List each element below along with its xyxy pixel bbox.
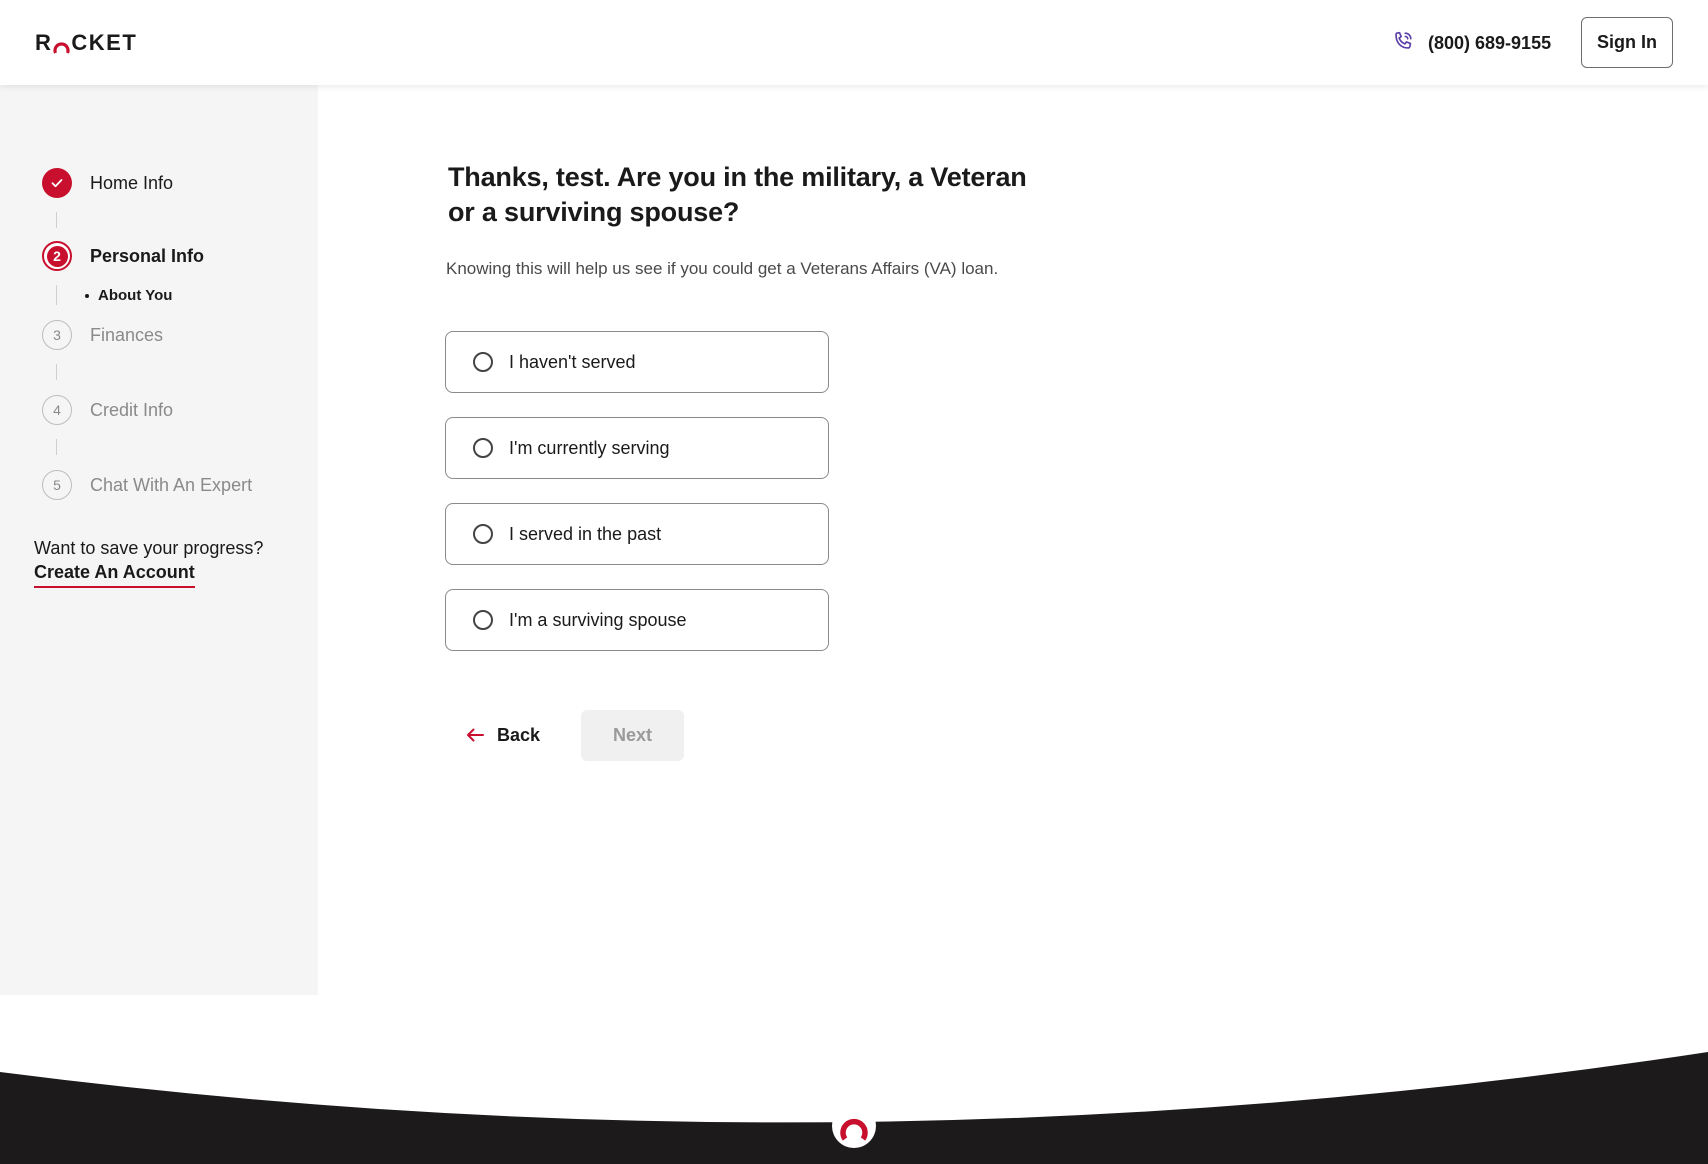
sign-in-button[interactable]: Sign In [1581,17,1673,68]
step-connector [56,212,57,228]
step-connector [56,439,57,455]
phone-number: (800) 689-9155 [1428,32,1552,53]
step-finances: 3 Finances [42,320,163,350]
step-number: 2 [46,245,68,267]
step-number-badge: 4 [42,395,72,425]
logo-o-mark [53,35,70,54]
step-label: Credit Info [90,399,174,420]
page-question: Thanks, test. Are you in the military, a… [448,162,1027,227]
step-home-info[interactable]: Home Info [42,168,173,198]
option-label: I'm currently serving [509,437,670,458]
rocket-logo[interactable]: R CKET [35,29,137,57]
step-label: Finances [90,324,164,345]
rocket-logo-icon [832,1104,876,1148]
back-button[interactable]: Back [465,710,540,760]
phone-icon [1392,30,1414,57]
option-surviving-spouse[interactable]: I'm a surviving spouse [445,589,829,651]
phone-link[interactable]: (800) 689-9155 [1392,28,1551,58]
step-number-badge: 3 [42,320,72,350]
top-header: R CKET (800) 689-9155 Sign In [0,0,1708,85]
step-personal-info[interactable]: 2 Personal Info [42,241,204,271]
option-label: I served in the past [509,523,662,544]
progress-sidebar: Home Info 2 Personal Info About You 3 Fi… [0,85,318,995]
step-number-badge: 5 [42,470,72,500]
radio-button[interactable] [473,610,493,630]
back-label: Back [497,724,541,745]
step-current-badge: 2 [42,241,72,271]
step-label: Personal Info [90,245,205,266]
question-subtext: Knowing this will help us see if you cou… [446,259,999,278]
step-connector [56,285,57,305]
step-chat-with-expert: 5 Chat With An Expert [42,470,252,500]
step-credit-info: 4 Credit Info [42,395,173,425]
next-button[interactable]: Next [581,710,684,761]
step-connector [56,364,57,380]
option-havent-served[interactable]: I haven't served [445,331,829,393]
option-currently-serving[interactable]: I'm currently serving [445,417,829,479]
step-label: Home Info [90,172,174,193]
substep-label: About You [98,287,173,304]
option-served-in-past[interactable]: I served in the past [445,503,829,565]
create-account-link[interactable]: Create An Account [34,562,195,588]
step-complete-badge [42,168,72,198]
radio-button[interactable] [473,524,493,544]
radio-button[interactable] [473,352,493,372]
option-label: I haven't served [509,351,636,372]
save-progress-text: Want to save your progress? [34,538,264,558]
bullet-dot [85,293,89,298]
step-label: Chat With An Expert [90,474,253,495]
substep-about-you: About You [85,287,172,304]
arrow-left-icon [467,728,484,742]
option-label: I'm a surviving spouse [509,609,687,630]
check-icon [51,179,63,188]
radio-button[interactable] [473,438,493,458]
